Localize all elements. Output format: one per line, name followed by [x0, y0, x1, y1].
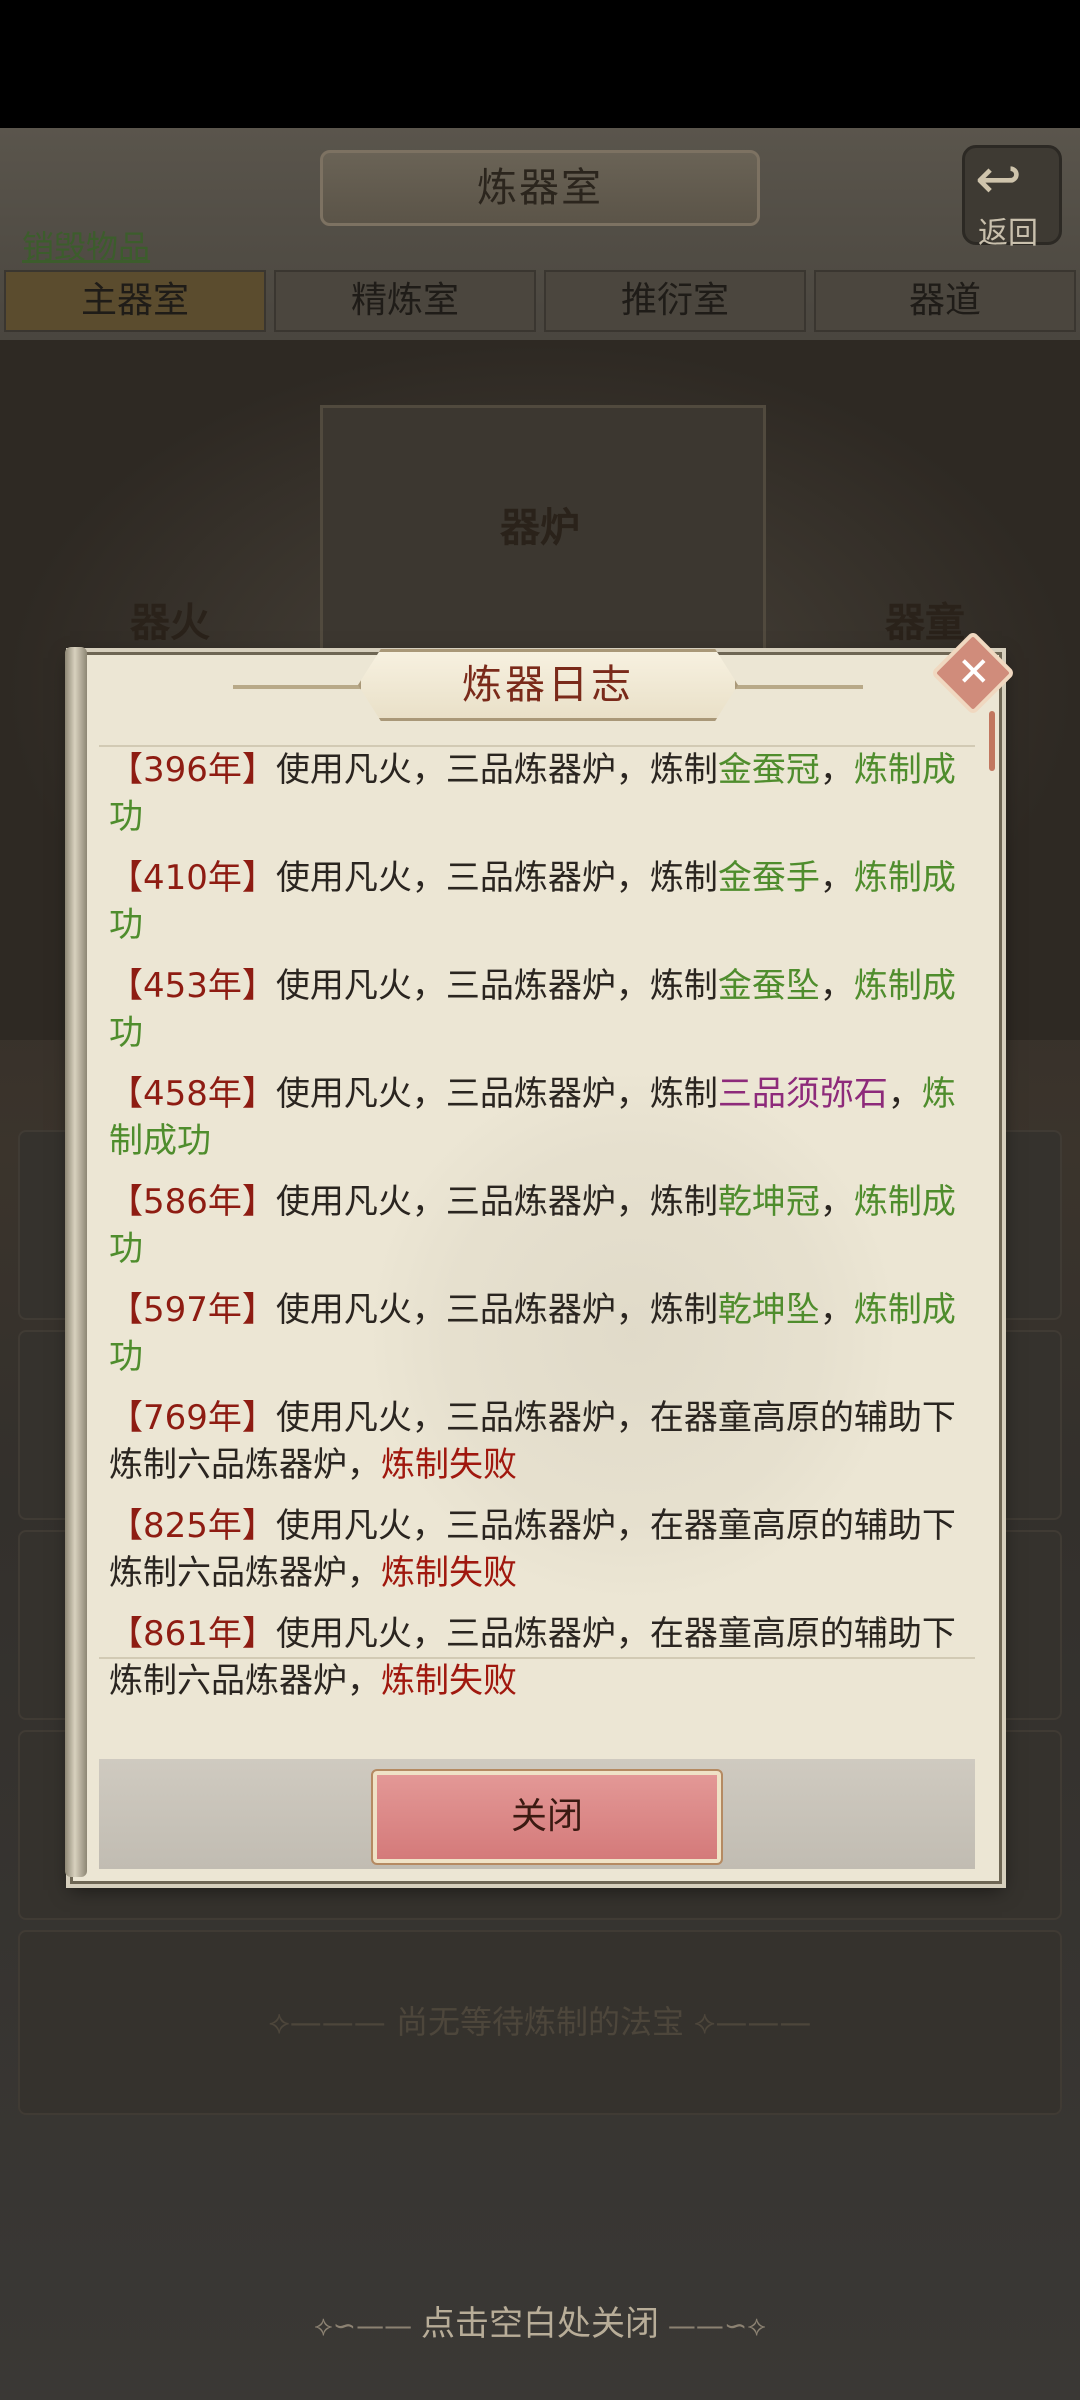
log-entry-text: 使用凡火，三品炼器炉，炼制 [275, 858, 718, 898]
boy-label: 器童 [885, 600, 965, 646]
log-entry-item: 三品须弥石 [717, 1074, 888, 1114]
log-entry-item: 金蚕手 [717, 858, 820, 898]
title-divider-right [733, 685, 863, 689]
log-entry-result: 炼制失败 [381, 1661, 517, 1701]
log-entry-item: 金蚕坠 [717, 966, 820, 1006]
scroll-rod-decoration [65, 647, 87, 1877]
tab-main-room[interactable]: 主器室 [4, 270, 266, 332]
log-entry-text: 使用凡火，三品炼器炉，炼制 [275, 1182, 718, 1222]
log-entry-year: 【586年】 [109, 1182, 276, 1222]
furnace-label: 器炉 [500, 505, 580, 551]
log-entry: 【458年】使用凡火，三品炼器炉，炼制三品须弥石，炼制成功 [109, 1071, 965, 1165]
log-entry-year: 【410年】 [109, 858, 276, 898]
log-entry-item: 乾坤坠 [717, 1290, 820, 1330]
log-entry-year: 【453年】 [109, 966, 276, 1006]
log-entry-separator: ， [819, 858, 854, 898]
log-entry: 【597年】使用凡火，三品炼器炉，炼制乾坤坠，炼制成功 [109, 1287, 965, 1381]
dialog-title-bar: 炼器日志 [358, 649, 738, 721]
log-entry-year: 【825年】 [109, 1506, 276, 1546]
log-entry-result: 炼制失败 [381, 1553, 517, 1593]
status-bar [0, 0, 1080, 128]
log-entry-year: 【396年】 [109, 750, 276, 790]
back-arrow-icon: ↩ [975, 147, 1022, 212]
dialog-title: 炼器日志 [462, 662, 634, 708]
log-entry-separator: ， [819, 1290, 854, 1330]
log-entry-year: 【458年】 [109, 1074, 276, 1114]
log-entry-year: 【597年】 [109, 1290, 276, 1330]
tab-refine-room[interactable]: 精炼室 [274, 270, 536, 332]
tab-bar: 主器室 精炼室 推衍室 器道 [0, 270, 1080, 334]
close-button-label: 关闭 [510, 1796, 583, 1837]
log-entry-separator: ， [819, 1182, 854, 1222]
log-entry-result: 炼制失败 [381, 1445, 517, 1485]
log-entry-text: 使用凡火，三品炼器炉，炼制 [275, 750, 718, 790]
log-entry-separator: ， [347, 1445, 381, 1485]
log-entry-separator: ， [819, 750, 854, 790]
log-entry: 【410年】使用凡火，三品炼器炉，炼制金蚕手，炼制成功 [109, 855, 965, 949]
fire-label: 器火 [130, 600, 210, 646]
log-entry-separator: ， [887, 1074, 922, 1114]
tap-blank-to-close[interactable]: ⟡∽—— 点击空白处关闭 ——∽⟡ [0, 2296, 1080, 2345]
title-divider-left [233, 685, 363, 689]
log-entry-item: 乾坤冠 [717, 1182, 820, 1222]
log-entry-year: 【861年】 [109, 1614, 276, 1654]
destroy-items-link[interactable]: 销毁物品 [22, 222, 150, 268]
tab-artifact-dao[interactable]: 器道 [814, 270, 1076, 332]
log-entry-text: 使用凡火，三品炼器炉，炼制 [275, 966, 718, 1006]
log-entry-text: 使用凡火，三品炼器炉，炼制 [275, 1074, 718, 1114]
log-entry: 【861年】使用凡火，三品炼器炉，在器童高原的辅助下炼制六品炼器炉，炼制失败 [109, 1611, 965, 1705]
log-entry: 【586年】使用凡火，三品炼器炉，炼制乾坤冠，炼制成功 [109, 1179, 965, 1273]
page-title: 炼器室 [477, 165, 603, 211]
log-entry: 【453年】使用凡火，三品炼器炉，炼制金蚕坠，炼制成功 [109, 963, 965, 1057]
close-button[interactable]: 关闭 [371, 1769, 723, 1865]
log-entry-separator: ， [347, 1553, 381, 1593]
log-entry: 【396年】使用凡火，三品炼器炉，炼制金蚕冠，炼制成功 [109, 747, 965, 841]
tassel-decoration [989, 711, 995, 771]
close-icon: ✕ [956, 649, 991, 696]
page-title-plate: 炼器室 [320, 150, 760, 226]
pending-empty-text: 尚无等待炼制的法宝 [0, 1997, 1080, 2043]
log-entry-separator: ， [819, 966, 854, 1006]
back-label[interactable]: 返回 [978, 208, 1038, 252]
log-entry-item: 金蚕冠 [717, 750, 820, 790]
tab-deduce-room[interactable]: 推衍室 [544, 270, 806, 332]
log-entry-text: 使用凡火，三品炼器炉，炼制 [275, 1290, 718, 1330]
log-entry-year: 【769年】 [109, 1398, 276, 1438]
forge-log-dialog: 炼器日志 ✕ 【396年】使用凡火，三品炼器炉，炼制金蚕冠，炼制成功 【410年】… [65, 630, 1016, 1884]
log-list[interactable]: 【396年】使用凡火，三品炼器炉，炼制金蚕冠，炼制成功 【410年】使用凡火，三品… [99, 745, 975, 1701]
log-entry: 【769年】使用凡火，三品炼器炉，在器童高原的辅助下炼制六品炼器炉，炼制失败 [109, 1395, 965, 1489]
log-entry: 【825年】使用凡火，三品炼器炉，在器童高原的辅助下炼制六品炼器炉，炼制失败 [109, 1503, 965, 1597]
log-entry-separator: ， [347, 1661, 381, 1701]
